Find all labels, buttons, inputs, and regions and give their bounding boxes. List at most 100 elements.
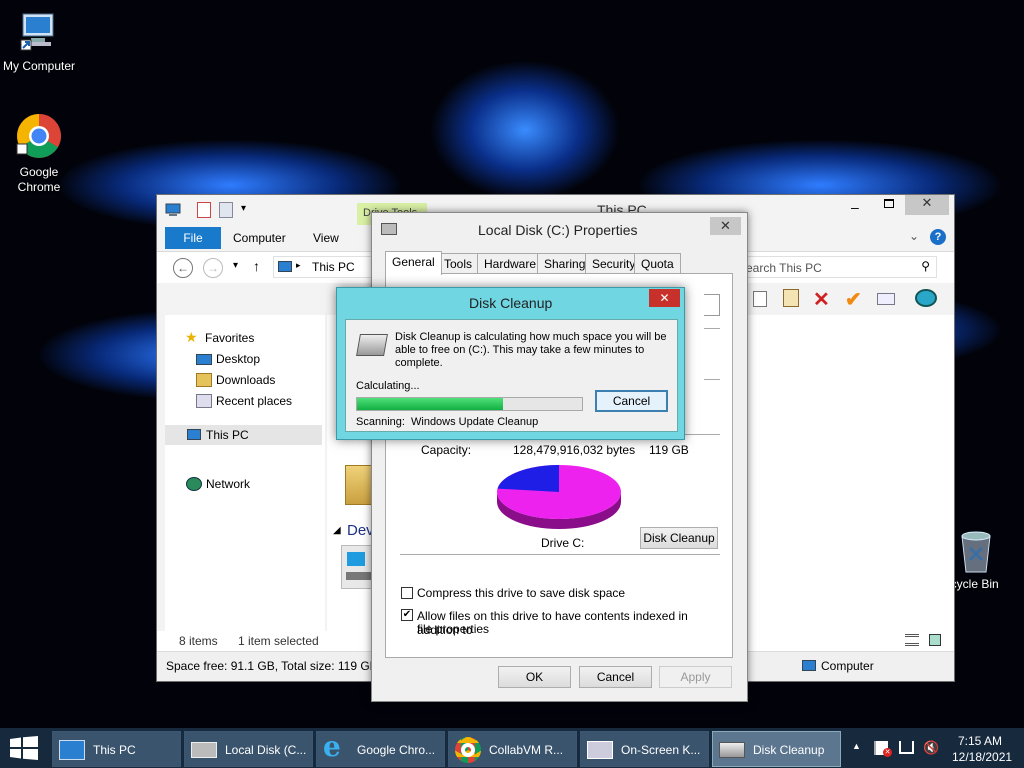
- capacity-label: Capacity:: [421, 443, 472, 457]
- taskbar-label: Disk Cleanup: [753, 743, 825, 757]
- separator: [704, 328, 720, 329]
- nav-item-network[interactable]: Network: [186, 477, 250, 491]
- computer-icon: [802, 660, 816, 671]
- tab-view[interactable]: View: [313, 231, 339, 245]
- tab-quota[interactable]: Quota: [634, 253, 681, 273]
- taskbar-button-disk-cleanup[interactable]: Disk Cleanup: [712, 731, 841, 767]
- network-icon: [186, 477, 202, 491]
- nav-item-downloads[interactable]: Downloads: [196, 373, 275, 387]
- back-arrow-icon[interactable]: ←: [173, 258, 193, 278]
- address-text: This PC: [312, 260, 355, 274]
- rename-icon[interactable]: [877, 293, 895, 305]
- forward-arrow-icon[interactable]: →: [203, 258, 223, 278]
- clock-time[interactable]: 7:15 AM: [958, 734, 1002, 748]
- search-input[interactable]: earch This PC ⚲: [745, 256, 937, 278]
- volume-muted-icon[interactable]: 🔇: [923, 740, 939, 756]
- breadcrumb-separator: ▸: [296, 260, 301, 270]
- separator: [704, 379, 720, 380]
- new-folder-qat-icon[interactable]: [219, 202, 233, 218]
- network-icon[interactable]: [915, 289, 937, 307]
- cleanup-message: Disk Cleanup is calculating how much spa…: [395, 331, 667, 343]
- taskbar-label: This PC: [93, 743, 136, 757]
- properties-qat-icon[interactable]: [197, 202, 211, 218]
- disk-usage-pie-chart: [497, 465, 621, 529]
- nav-item-favorites[interactable]: ★ Favorites: [185, 329, 255, 345]
- desktop-icon-google-chrome[interactable]: Google Chrome: [0, 112, 79, 195]
- check-icon[interactable]: ✔: [845, 287, 862, 312]
- network-tray-icon[interactable]: [899, 741, 914, 754]
- show-hidden-icons-icon[interactable]: ▲: [852, 741, 861, 751]
- desktop-icon-recycle-bin[interactable]: ecycle Bin: [944, 528, 1024, 592]
- delete-icon[interactable]: ✕: [813, 287, 830, 312]
- windows-logo-icon: [10, 736, 38, 760]
- index-label-continued: file properties: [417, 622, 490, 636]
- computer-icon: [59, 740, 85, 760]
- compress-checkbox[interactable]: [401, 587, 413, 599]
- drive-icon: [191, 742, 217, 758]
- taskbar-button-on-screen-keyboard[interactable]: On-Screen K...: [580, 731, 709, 767]
- computer-icon: [278, 261, 292, 272]
- close-button[interactable]: ✕: [710, 217, 741, 235]
- taskbar-label: CollabVM R...: [489, 743, 564, 757]
- keyboard-icon: [587, 741, 613, 759]
- close-button[interactable]: ✕: [649, 289, 680, 307]
- ok-button[interactable]: OK: [498, 666, 571, 688]
- nav-item-desktop[interactable]: Desktop: [196, 352, 260, 366]
- chevron-down-icon[interactable]: ▾: [241, 203, 246, 214]
- tab-general[interactable]: General: [385, 251, 442, 275]
- taskbar-button-chrome[interactable]: CollabVM R...: [448, 731, 577, 767]
- nav-item-this-pc[interactable]: This PC: [165, 425, 322, 445]
- selection-status: 1 item selected: [238, 634, 319, 648]
- navigation-pane: ★ Favorites Desktop Downloads Recent plac…: [165, 315, 325, 635]
- collapse-arrow-icon[interactable]: ◢: [333, 525, 341, 536]
- search-icon: ⚲: [921, 259, 930, 273]
- label-input[interactable]: [704, 294, 720, 316]
- cancel-button[interactable]: Cancel: [579, 666, 652, 688]
- devices-heading: Dev: [347, 522, 374, 539]
- cleanup-message-end: complete.: [395, 357, 443, 369]
- drive-label: Drive C:: [541, 536, 585, 550]
- tab-computer[interactable]: Computer: [233, 231, 286, 245]
- large-icons-view-icon[interactable]: [929, 634, 941, 646]
- ribbon-toolbar: ✕ ✔: [745, 285, 954, 315]
- apply-button[interactable]: Apply: [659, 666, 732, 688]
- copy-icon[interactable]: [753, 291, 767, 307]
- nav-label: Favorites: [205, 331, 255, 345]
- minimize-button[interactable]: –: [851, 199, 859, 215]
- nav-item-recent-places[interactable]: Recent places: [196, 394, 292, 408]
- paste-icon[interactable]: [783, 289, 799, 307]
- chevron-down-icon[interactable]: ⌄: [909, 229, 919, 243]
- disk-cleanup-dialog: Disk Cleanup ✕ Disk Cleanup is calculati…: [336, 287, 685, 440]
- address-bar[interactable]: ▸ This PC: [273, 256, 373, 278]
- scanning-item: Windows Update Cleanup: [411, 416, 539, 428]
- taskbar-button-internet-explorer[interactable]: e Google Chro...: [316, 730, 445, 767]
- cancel-button[interactable]: Cancel: [595, 390, 668, 412]
- recent-places-icon: [196, 394, 212, 408]
- taskbar-button-local-disk[interactable]: Local Disk (C...: [184, 731, 313, 767]
- up-arrow-icon[interactable]: ↑: [253, 258, 260, 274]
- windows-logo-icon: [347, 552, 365, 566]
- close-button[interactable]: ✕: [905, 195, 949, 215]
- disk-cleanup-button[interactable]: Disk Cleanup: [640, 527, 718, 549]
- desktop-icon-my-computer[interactable]: My Computer: [0, 10, 79, 74]
- disk-cleanup-icon: [719, 742, 745, 758]
- index-checkbox[interactable]: ✔: [401, 609, 413, 621]
- tab-tools[interactable]: Tools: [437, 253, 480, 273]
- scanning-label: Scanning:: [356, 416, 405, 428]
- progress-bar: [356, 397, 583, 411]
- clock-date[interactable]: 12/18/2021: [952, 750, 1012, 764]
- action-center-flag-icon[interactable]: ✕: [874, 741, 892, 757]
- taskbar-label: Google Chro...: [357, 743, 436, 757]
- chevron-down-icon[interactable]: ▾: [233, 260, 238, 271]
- drive-icon: [381, 223, 397, 235]
- tab-hardware[interactable]: Hardware: [477, 253, 544, 273]
- desktop-icon-label: My Computer: [2, 59, 76, 73]
- taskbar: This PC Local Disk (C... e Google Chro...…: [0, 728, 1024, 768]
- maximize-button[interactable]: [884, 199, 894, 208]
- taskbar-button-this-pc[interactable]: This PC: [52, 731, 181, 767]
- help-icon[interactable]: ?: [930, 229, 946, 245]
- tab-file[interactable]: File: [165, 227, 221, 249]
- internet-explorer-icon: e: [323, 730, 341, 763]
- start-button[interactable]: [0, 728, 48, 768]
- details-view-icon[interactable]: [905, 634, 919, 646]
